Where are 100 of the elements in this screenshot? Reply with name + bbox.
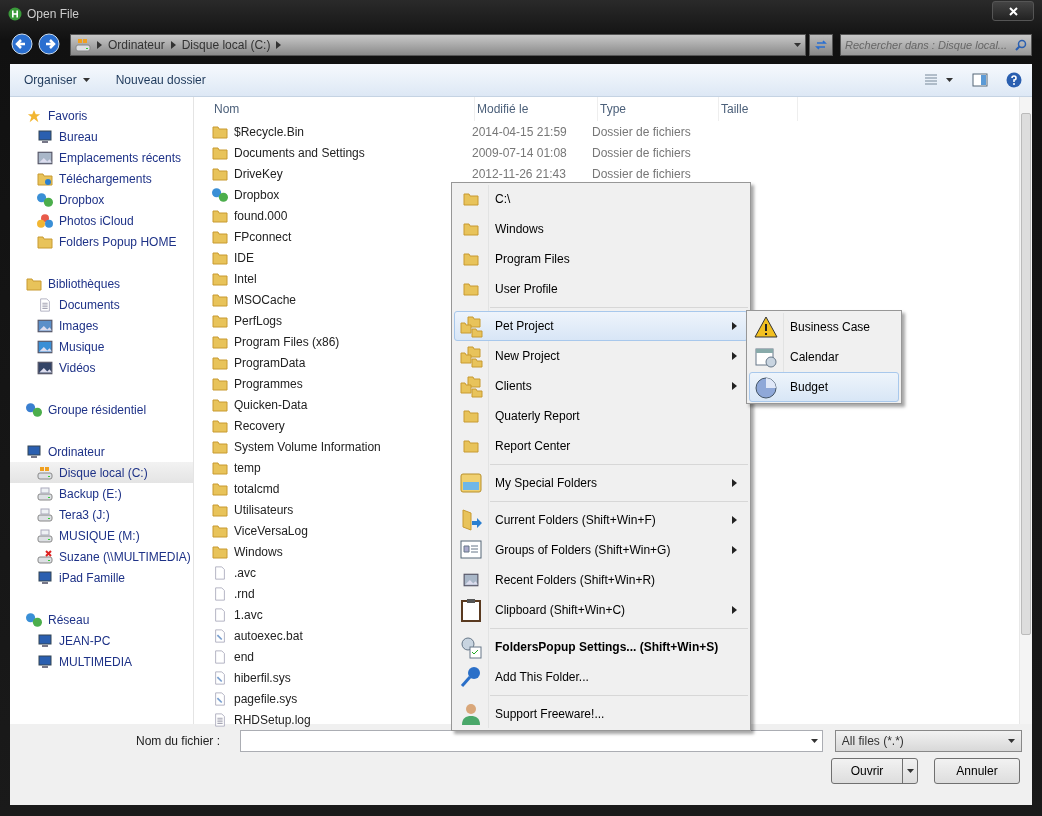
column-header[interactable]: Taille bbox=[719, 97, 798, 121]
menu-item[interactable]: Groups of Folders (Shift+Win+G) bbox=[454, 535, 748, 565]
file-name[interactable]: totalcmd bbox=[234, 481, 280, 496]
menu-item[interactable]: FoldersPopup Settings... (Shift+Win+S) bbox=[454, 632, 748, 662]
nav-group[interactable]: Favoris bbox=[10, 105, 193, 126]
file-name[interactable]: RHDSetup.log bbox=[234, 712, 311, 727]
file-name[interactable]: IDE bbox=[234, 250, 254, 265]
breadcrumb[interactable]: Ordinateur bbox=[108, 38, 165, 52]
nav-item[interactable]: Dropbox bbox=[10, 189, 193, 210]
forward-button[interactable] bbox=[37, 33, 61, 57]
nav-item[interactable]: Photos iCloud bbox=[10, 210, 193, 231]
nav-item[interactable]: Téléchargements bbox=[10, 168, 193, 189]
file-name[interactable]: hiberfil.sys bbox=[234, 670, 291, 685]
address-bar[interactable]: Ordinateur Disque local (C:) bbox=[70, 34, 806, 56]
column-header[interactable]: Modifié le bbox=[475, 97, 598, 121]
file-name[interactable]: Utilisateurs bbox=[234, 502, 294, 517]
pie-chart-icon bbox=[754, 375, 778, 399]
menu-item[interactable]: Budget bbox=[749, 372, 899, 402]
nav-item[interactable]: Emplacements récents bbox=[10, 147, 193, 168]
menu-item[interactable]: Report Center bbox=[454, 431, 748, 461]
nav-item[interactable]: Folders Popup HOME bbox=[10, 231, 193, 252]
file-name[interactable]: PerfLogs bbox=[234, 313, 283, 328]
dialog-button[interactable]: Annuler bbox=[934, 758, 1020, 784]
file-name[interactable]: Programmes bbox=[234, 376, 303, 391]
file-name[interactable]: Dropbox bbox=[234, 187, 280, 202]
file-name[interactable]: DriveKey bbox=[234, 166, 283, 181]
scrollbar[interactable] bbox=[1019, 97, 1032, 724]
pin-icon bbox=[459, 665, 483, 689]
file-name[interactable]: found.000 bbox=[234, 208, 288, 223]
toolbar-button[interactable]: Nouveau dossier bbox=[109, 70, 212, 90]
file-name[interactable]: Quicken-Data bbox=[234, 397, 308, 412]
file-name[interactable]: autoexec.bat bbox=[234, 628, 303, 643]
close-button[interactable] bbox=[992, 1, 1034, 21]
file-name[interactable]: Program Files (x86) bbox=[234, 334, 340, 349]
menu-item[interactable]: New Project bbox=[454, 341, 748, 371]
menu-item[interactable]: Pet Project bbox=[454, 311, 748, 341]
menu-item[interactable]: Windows bbox=[454, 214, 748, 244]
nav-item[interactable]: Musique bbox=[10, 336, 193, 357]
folder-icon bbox=[212, 544, 228, 559]
nav-item[interactable]: Images bbox=[10, 315, 193, 336]
file-name-field[interactable] bbox=[240, 730, 823, 752]
dialog-button[interactable]: Ouvrir bbox=[831, 758, 918, 784]
menu-item[interactable]: Support Freeware!... bbox=[454, 699, 748, 729]
nav-item[interactable]: Vidéos bbox=[10, 357, 193, 378]
nav-item[interactable]: MUSIQUE (M:) bbox=[10, 525, 193, 546]
column-header[interactable]: Type bbox=[598, 97, 719, 121]
nav-item[interactable]: Backup (E:) bbox=[10, 483, 193, 504]
menu-item[interactable]: Calendar bbox=[749, 342, 899, 372]
file-name[interactable]: MSOCache bbox=[234, 292, 297, 307]
folder-icon bbox=[463, 222, 479, 236]
nav-group[interactable]: Réseau bbox=[10, 609, 193, 630]
file-name[interactable]: Intel bbox=[234, 271, 257, 286]
search-field[interactable]: Rechercher dans : Disque local... bbox=[840, 34, 1032, 56]
menu-item[interactable]: C:\ bbox=[454, 184, 748, 214]
refresh-button[interactable] bbox=[809, 34, 833, 56]
nav-item[interactable]: Tera3 (J:) bbox=[10, 504, 193, 525]
menu-item[interactable]: Business Case bbox=[749, 312, 899, 342]
menu-item[interactable]: Program Files bbox=[454, 244, 748, 274]
preview-pane-button[interactable] bbox=[970, 71, 990, 89]
file-name[interactable]: FPconnect bbox=[234, 229, 292, 244]
menu-item[interactable]: Add This Folder... bbox=[454, 662, 748, 692]
menu-item[interactable]: User Profile bbox=[454, 274, 748, 304]
nav-item[interactable]: iPad Famille bbox=[10, 567, 193, 588]
file-name[interactable]: $Recycle.Bin bbox=[234, 124, 305, 139]
file-name[interactable]: 1.avc bbox=[234, 607, 263, 622]
nav-item[interactable]: Suzane (\\MULTIMEDIA) bbox=[10, 546, 193, 567]
breadcrumb[interactable]: Disque local (C:) bbox=[181, 38, 271, 52]
nav-group[interactable]: Groupe résidentiel bbox=[10, 399, 193, 420]
menu-item[interactable]: Current Folders (Shift+Win+F) bbox=[454, 505, 748, 535]
nav-item[interactable]: MULTIMEDIA bbox=[10, 651, 193, 672]
file-name[interactable]: Documents and Settings bbox=[234, 145, 365, 160]
back-button[interactable] bbox=[10, 33, 34, 57]
file-name[interactable]: ProgramData bbox=[234, 355, 306, 370]
menu-item[interactable]: Clipboard (Shift+Win+C) bbox=[454, 595, 748, 625]
table-cell-text: Dossier de fichiers bbox=[592, 124, 692, 139]
file-name[interactable]: Windows bbox=[234, 544, 283, 559]
menu-item[interactable]: My Special Folders bbox=[454, 468, 748, 498]
file-name[interactable]: System Volume Information bbox=[234, 439, 381, 454]
column-header[interactable]: Nom bbox=[212, 97, 475, 121]
file-name[interactable]: temp bbox=[234, 460, 261, 475]
menu-item[interactable]: Quaterly Report bbox=[454, 401, 748, 431]
nav-group[interactable]: Ordinateur bbox=[10, 441, 193, 462]
file-name[interactable]: pagefile.sys bbox=[234, 691, 298, 706]
dropdown-icon bbox=[1008, 739, 1015, 743]
menu-item[interactable]: Recent Folders (Shift+Win+R) bbox=[454, 565, 748, 595]
file-type-dropdown[interactable]: All files (*.*) bbox=[834, 730, 1022, 752]
nav-item[interactable]: Bureau bbox=[10, 126, 193, 147]
help-button[interactable] bbox=[1004, 70, 1024, 90]
table-cell-text: Dossier de fichiers bbox=[592, 145, 692, 160]
file-name[interactable]: Recovery bbox=[234, 418, 285, 433]
nav-item[interactable]: Documents bbox=[10, 294, 193, 315]
file-name[interactable]: end bbox=[234, 649, 255, 664]
file-name[interactable]: .avc bbox=[234, 565, 256, 580]
file-name[interactable]: ViceVersaLog bbox=[234, 523, 308, 538]
nav-group[interactable]: Bibliothèques bbox=[10, 273, 193, 294]
file-name[interactable]: .rnd bbox=[234, 586, 255, 601]
nav-item[interactable]: Disque local (C:) bbox=[10, 462, 193, 483]
nav-item[interactable]: JEAN-PC bbox=[10, 630, 193, 651]
toolbar-button[interactable]: Organiser bbox=[18, 70, 96, 90]
menu-item[interactable]: Clients bbox=[454, 371, 748, 401]
